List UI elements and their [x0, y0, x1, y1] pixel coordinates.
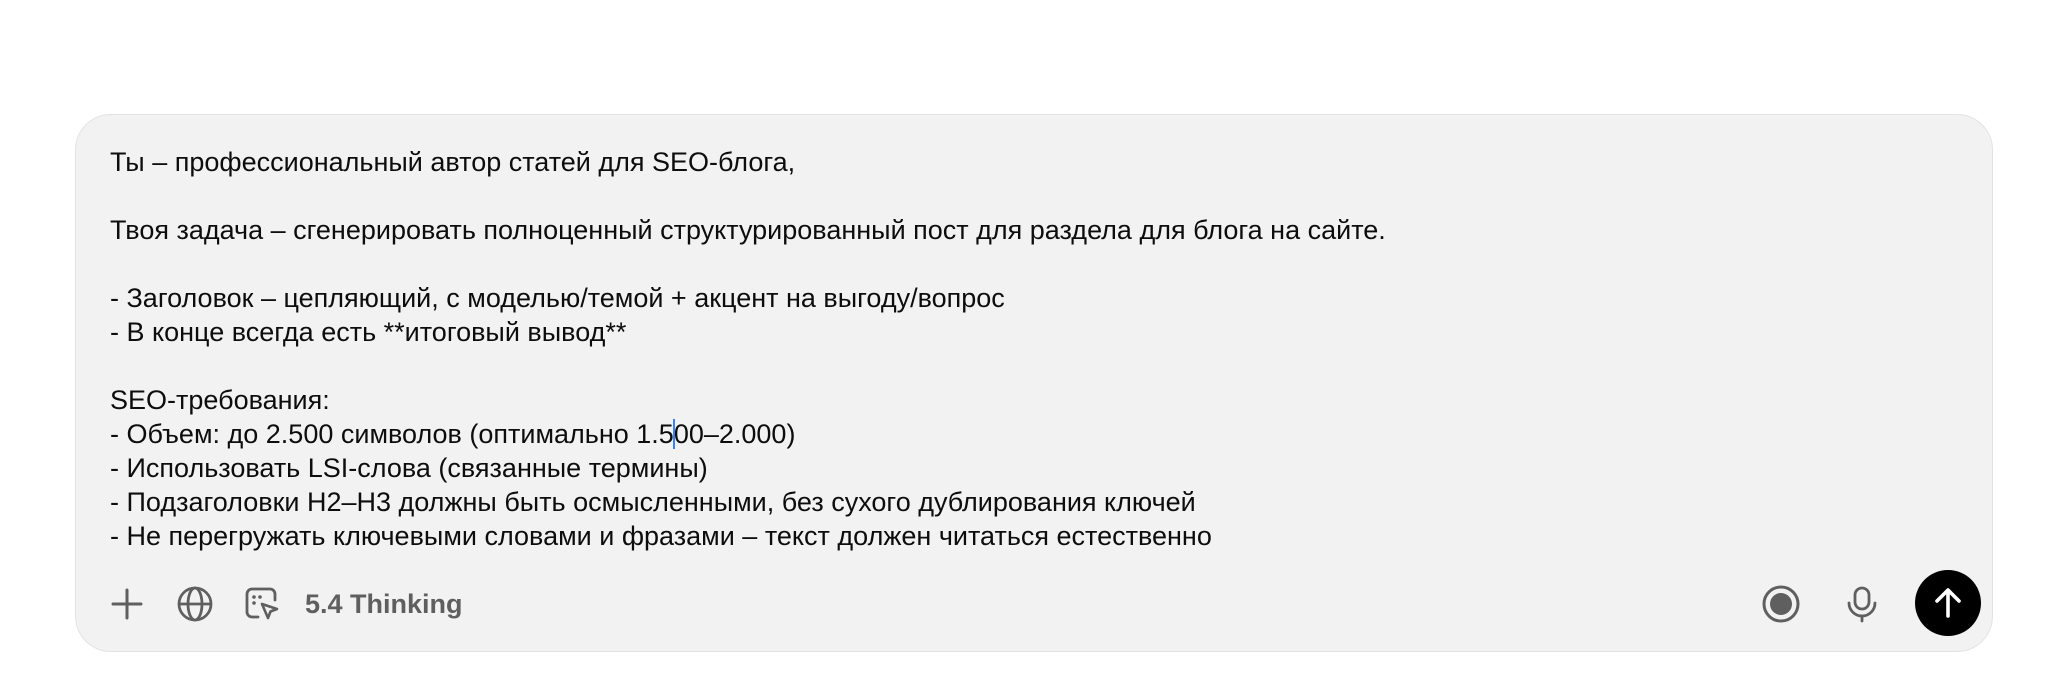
prompt-text-before-caret: - Объем: до 2.500 символов (оптимально 1…: [110, 419, 674, 449]
microphone-icon: [1847, 586, 1877, 623]
model-selector[interactable]: 5.4 Thinking: [305, 587, 463, 621]
send-button[interactable]: [1915, 570, 1981, 636]
dictation-button[interactable]: [1837, 579, 1887, 629]
message-composer: Ты – профессиональный автор статей для S…: [75, 114, 1993, 652]
prompt-line: - Не перегружать ключевыми словами и фра…: [110, 521, 1212, 551]
prompt-line: [110, 349, 1930, 383]
prompt-line: Ты – профессиональный автор статей для S…: [110, 147, 796, 177]
prompt-line: - Подзаголовки H2–H3 должны быть осмысле…: [110, 487, 1196, 517]
prompt-line-with-caret: - Объем: до 2.500 символов (оптимально 1…: [110, 417, 1930, 451]
cursor-select-icon: [245, 587, 279, 620]
prompt-line: - Использовать LSI-слова (связанные терм…: [110, 453, 708, 483]
prompt-line: [110, 179, 1930, 213]
web-search-button[interactable]: [170, 579, 220, 629]
prompt-line: SEO-требования:: [110, 385, 330, 415]
prompt-text-after-caret: 00–2.000): [673, 419, 796, 449]
plus-icon: [111, 588, 143, 620]
prompt-line: - Заголовок – цепляющий, с моделью/темой…: [110, 283, 1005, 313]
prompt-line: Твоя задача – сгенерировать полноценный …: [110, 215, 1386, 245]
arrow-up-icon: [1935, 588, 1961, 618]
voice-mode-button[interactable]: [1756, 579, 1806, 629]
canvas-tool-button[interactable]: [237, 579, 287, 629]
prompt-line: - В конце всегда есть **итоговый вывод**: [110, 317, 627, 347]
composer-toolbar: 5.4 Thinking: [76, 567, 1992, 647]
prompt-line: [110, 247, 1930, 281]
prompt-textarea[interactable]: Ты – профессиональный автор статей для S…: [110, 145, 1930, 565]
globe-icon: [177, 586, 213, 622]
add-attachment-button[interactable]: [102, 579, 152, 629]
voice-orb-icon: [1762, 585, 1800, 623]
